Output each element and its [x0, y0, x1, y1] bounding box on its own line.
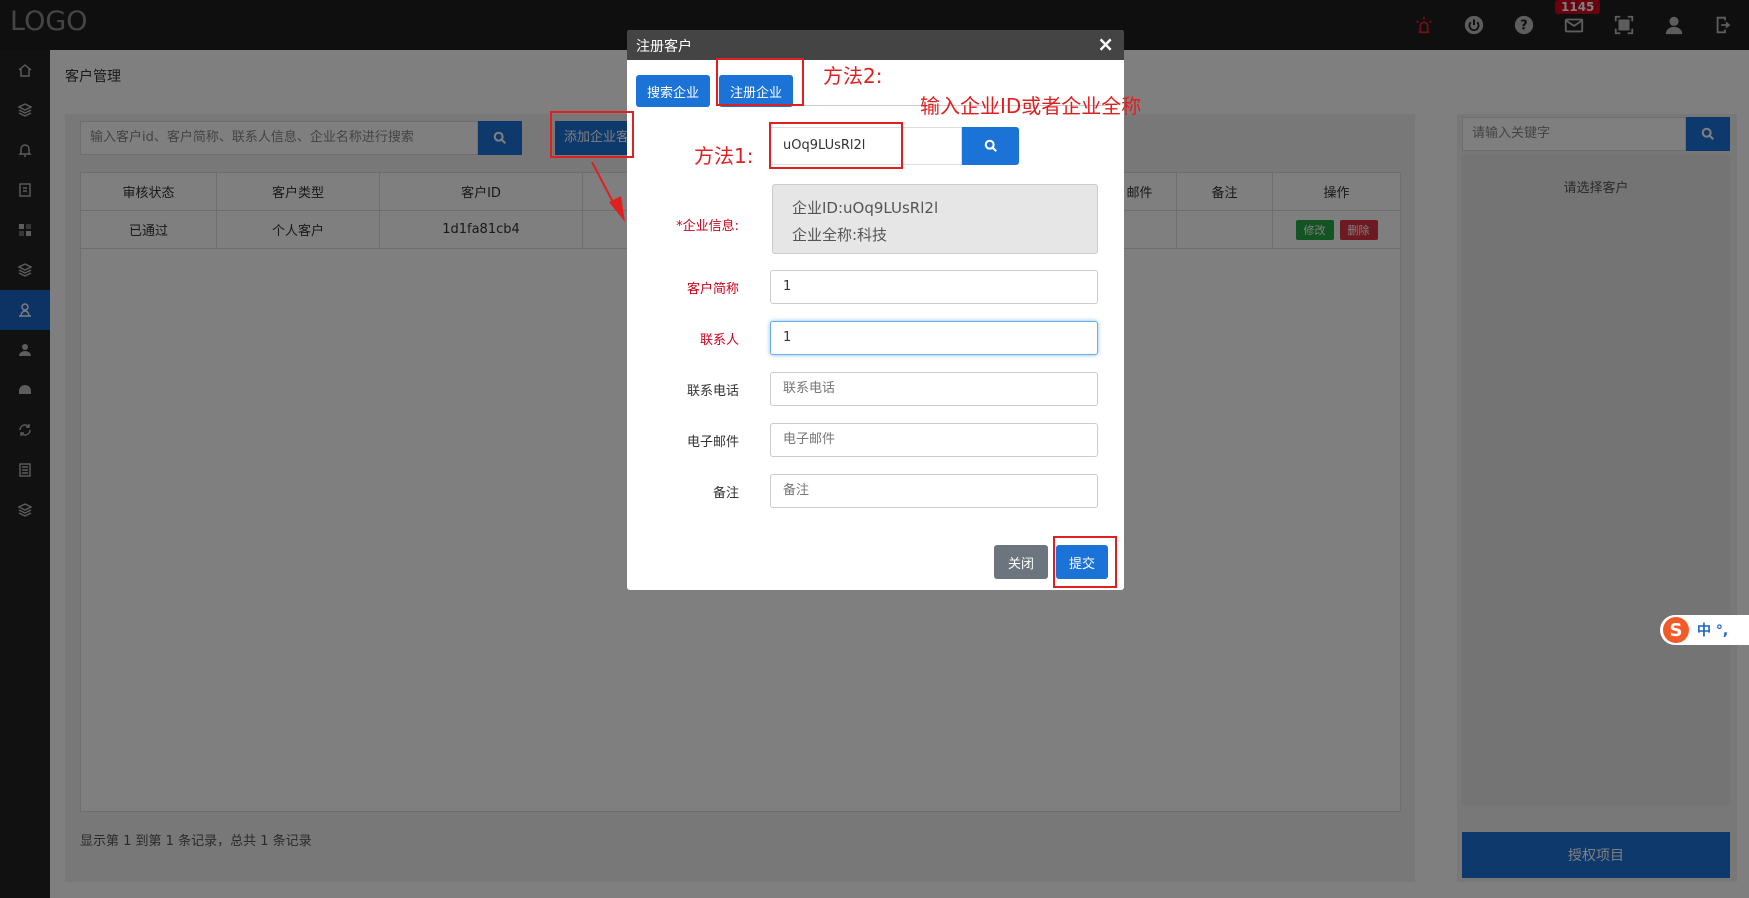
modal-title: 注册客户 [636, 39, 692, 55]
phone-input[interactable]: 联系电话 [770, 372, 1098, 406]
ime-logo-icon: S [1663, 617, 1689, 643]
ime-indicator: S 中 °, [1660, 615, 1749, 645]
ime-status: 中 °, [1697, 623, 1729, 639]
enterprise-search-button[interactable] [962, 127, 1019, 165]
remark-label: 备注 [712, 486, 739, 501]
tab-search-enterprise[interactable]: 搜索企业 [636, 75, 710, 107]
annotation-method1: 方法1: [694, 144, 754, 168]
enterprise-info-label: *企业信息: [676, 219, 739, 234]
contact-input[interactable]: 1 [770, 321, 1098, 355]
phone-label: 联系电话 [686, 384, 739, 399]
contact-label: 联系人 [699, 333, 739, 348]
search-icon [984, 139, 997, 152]
annotation-box-enterprise-input [769, 122, 903, 169]
annotation-hint: 输入企业ID或者企业全称 [920, 94, 1142, 118]
enterprise-id-line: 企业ID:uOq9LUsRl2l [792, 199, 939, 217]
short-name-input[interactable]: 1 [770, 270, 1098, 304]
email-input[interactable]: 电子邮件 [770, 423, 1098, 457]
enterprise-name-line: 企业全称:科技 [792, 226, 888, 244]
email-label: 电子邮件 [686, 435, 739, 450]
modal-header: 注册客户 × [627, 30, 1124, 60]
close-icon[interactable]: × [1097, 32, 1114, 56]
close-button[interactable]: 关闭 [994, 545, 1048, 579]
annotation-box-register-tab [716, 58, 804, 106]
enterprise-info-box: 企业ID:uOq9LUsRl2l 企业全称:科技 [772, 184, 1098, 254]
annotation-arrow [591, 161, 625, 222]
annotation-method2: 方法2: [823, 64, 883, 88]
annotation-box-submit [1053, 536, 1117, 588]
remark-input[interactable]: 备注 [770, 474, 1098, 508]
annotation-box-add-button [550, 111, 634, 158]
short-name-label: 客户简称 [686, 282, 739, 297]
